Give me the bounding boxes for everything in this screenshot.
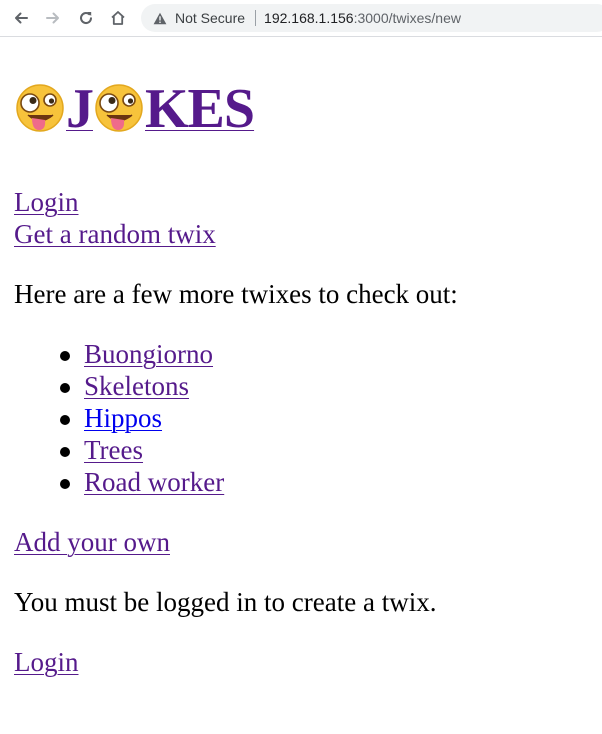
nav-login-link[interactable]: Login	[14, 186, 79, 218]
random-twix-link[interactable]: Get a random twix	[14, 218, 216, 250]
twix-link-skeletons[interactable]: Skeletons	[84, 371, 189, 401]
bullet-icon	[60, 351, 70, 361]
intro-text: Here are a few more twixes to check out:	[14, 279, 458, 309]
reload-icon	[80, 12, 92, 25]
title-rest: KES	[145, 78, 255, 140]
title-letter-j: J	[66, 78, 94, 140]
list-item: Skeletons	[14, 370, 224, 402]
back-arrow-icon	[15, 12, 28, 24]
twix-list: Buongiorno Skeletons Hippos Trees Road w…	[14, 338, 224, 498]
home-button[interactable]	[108, 8, 128, 28]
omnibox-divider	[255, 10, 257, 26]
forward-button[interactable]	[43, 8, 63, 28]
add-your-own-link[interactable]: Add your own	[14, 526, 170, 558]
bullet-icon	[60, 383, 70, 393]
list-item: Road worker	[14, 466, 224, 498]
bullet-icon	[60, 447, 70, 457]
reload-button[interactable]	[76, 8, 96, 28]
site-title: J KES	[14, 78, 255, 140]
bullet-icon	[60, 415, 70, 425]
site-home-link[interactable]: J KES	[14, 78, 255, 140]
zany-face-emoji-icon	[14, 82, 66, 134]
bullet-icon	[60, 479, 70, 489]
forward-arrow-icon	[46, 12, 59, 24]
url-host: 192.168.1.156	[264, 10, 354, 26]
warning-triangle-icon[interactable]	[153, 11, 167, 25]
zany-face-emoji-icon	[93, 82, 145, 134]
address-bar[interactable]: Not Secure 192.168.1.156:3000/twixes/new	[141, 4, 602, 32]
list-item: Buongiorno	[14, 338, 224, 370]
login-required-message: You must be logged in to create a twix.	[14, 587, 437, 617]
twix-link-hippos[interactable]: Hippos	[84, 403, 162, 433]
login-link[interactable]: Login	[14, 646, 79, 678]
twix-link-buongiorno[interactable]: Buongiorno	[84, 339, 213, 369]
not-secure-label[interactable]: Not Secure	[175, 10, 245, 26]
home-icon	[111, 11, 125, 25]
twix-link-road-worker[interactable]: Road worker	[84, 467, 224, 497]
browser-toolbar: Not Secure 192.168.1.156:3000/twixes/new	[0, 0, 602, 37]
list-item: Trees	[14, 434, 224, 466]
list-item: Hippos	[14, 402, 224, 434]
twix-link-trees[interactable]: Trees	[84, 435, 143, 465]
url-path: :3000/twixes/new	[353, 10, 461, 26]
back-button[interactable]	[11, 8, 31, 28]
